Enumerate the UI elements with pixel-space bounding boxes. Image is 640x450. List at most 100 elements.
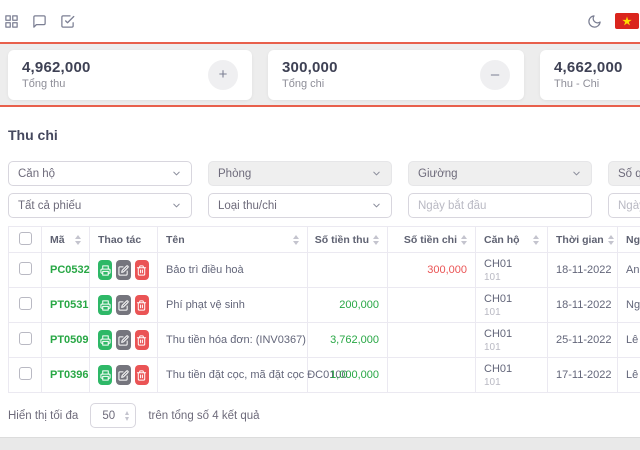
chevron-down-icon — [371, 200, 382, 211]
row-checkbox[interactable] — [18, 367, 32, 380]
person-cell: Lê Ngọc Anh — [617, 357, 640, 393]
expense-amount — [387, 357, 476, 393]
print-button[interactable] — [98, 330, 113, 350]
col-income: Số tiền thu — [314, 233, 369, 246]
person-cell: Anh An — [617, 252, 640, 288]
total-income-label: Tổng thu — [22, 78, 66, 90]
print-button[interactable] — [98, 365, 113, 385]
receipt-code: PT0531 — [50, 299, 89, 311]
total-expense-card: 300,000 Tổng chi – — [268, 49, 524, 100]
results-total-text: trên tổng số 4 kết quả — [148, 409, 260, 422]
page-size-value: 50 — [102, 409, 116, 422]
chevron-down-icon — [171, 168, 182, 179]
row-checkbox[interactable] — [18, 262, 32, 275]
filter-fund-select[interactable]: Số quỹ — [608, 161, 640, 186]
delete-button[interactable] — [134, 365, 149, 385]
row-checkbox[interactable] — [18, 332, 32, 345]
filter-row-2: Tất cả phiếu Loại thu/chi Ngày bắt đầu N… — [8, 193, 640, 218]
filter-apartment-select[interactable]: Căn hộ — [8, 161, 192, 186]
task-check-icon[interactable] — [60, 14, 75, 29]
filter-row-1: Căn hộ Phòng Giường Số quỹ — [8, 161, 640, 186]
row-checkbox[interactable] — [18, 297, 32, 310]
apartment-cell: CH01 101 — [484, 327, 513, 353]
sort-icon[interactable] — [607, 234, 614, 245]
apartment-cell: CH01 101 — [484, 362, 513, 388]
filter-room-select[interactable]: Phòng — [208, 161, 392, 186]
expense-amount: 300,000 — [387, 252, 476, 288]
apartment-cell: CH01 101 — [484, 257, 513, 283]
edit-button[interactable] — [116, 365, 131, 385]
filter-receipt-type-select[interactable]: Tất cả phiếu — [8, 193, 192, 218]
sort-icon[interactable] — [373, 234, 379, 245]
filter-category-select[interactable]: Loại thu/chi — [208, 193, 392, 218]
time-cell: 18-11-2022 — [547, 287, 618, 323]
grid-icon[interactable] — [4, 14, 19, 29]
time-cell: 25-11-2022 — [547, 322, 618, 358]
receipt-name: Bảo trì điều hoà — [166, 264, 244, 276]
edit-button[interactable] — [116, 330, 131, 350]
delete-button[interactable] — [134, 295, 149, 315]
table-row: PC0532 Bảo trì điều hoà 300,000 CH01 101 … — [8, 252, 640, 288]
col-person: Người nhận/trả — [626, 233, 640, 246]
print-button[interactable] — [98, 295, 113, 315]
edit-button[interactable] — [116, 260, 131, 280]
time-cell: 18-11-2022 — [547, 252, 618, 288]
delete-button[interactable] — [134, 330, 149, 350]
table-header-row: Mã Thao tác Tên Số tiền thu Số tiền chi … — [8, 226, 640, 253]
expense-amount — [387, 287, 476, 323]
sort-icon[interactable] — [533, 234, 539, 245]
col-name: Tên — [166, 233, 185, 246]
top-toolbar — [0, 0, 640, 42]
table-row: PT0396 Thu tiền đặt cọc, mã đặt cọc ĐC01… — [8, 357, 640, 393]
total-expense-value: 300,000 — [282, 59, 338, 76]
start-date-input[interactable]: Ngày bắt đầu — [408, 193, 592, 218]
col-apartment: Căn hộ — [484, 233, 520, 246]
sort-icon[interactable] — [75, 234, 81, 245]
transactions-table: Mã Thao tác Tên Số tiền thu Số tiền chi … — [8, 226, 640, 393]
sort-icon[interactable] — [293, 234, 299, 245]
page-size-stepper[interactable]: 50 — [90, 403, 137, 428]
time-cell: 17-11-2022 — [547, 357, 618, 393]
vietnam-flag-icon[interactable] — [615, 13, 639, 29]
person-cell: Ngọc Anh — [617, 287, 640, 323]
total-income-card: 4,962,000 Tổng thu + — [8, 49, 252, 100]
page-title: Thu chi — [8, 127, 58, 143]
end-date-input[interactable]: Ngày kết thúc — [608, 193, 640, 218]
chat-icon[interactable] — [32, 14, 47, 29]
bottom-divider — [0, 437, 640, 450]
receipt-name: Thu tiền hóa đơn: (INV0367) — [166, 334, 306, 346]
balance-value: 4,662,000 — [554, 59, 623, 76]
stepper-arrows-icon[interactable] — [125, 410, 130, 421]
receipt-code: PC0532 — [50, 264, 90, 276]
add-income-button[interactable]: + — [208, 59, 238, 90]
delete-button[interactable] — [134, 260, 149, 280]
chevron-down-icon — [171, 200, 182, 211]
toolbar-right-icons — [587, 13, 639, 29]
add-expense-button[interactable]: – — [480, 59, 510, 90]
select-all-checkbox[interactable] — [18, 231, 32, 245]
col-time: Thời gian — [556, 233, 604, 246]
print-button[interactable] — [98, 260, 113, 280]
toolbar-left-icons — [4, 14, 75, 29]
sort-icon[interactable] — [461, 234, 467, 245]
receipt-name: Phí phạt vệ sinh — [166, 299, 245, 311]
chevron-down-icon — [571, 168, 582, 179]
apartment-cell: CH01 101 — [484, 292, 513, 318]
summary-strip: 4,962,000 Tổng thu + 300,000 Tổng chi – … — [0, 42, 640, 107]
table-row: PT0531 Phí phạt vệ sinh 200,000 CH01 101 … — [8, 287, 640, 323]
chevron-down-icon — [371, 168, 382, 179]
balance-card: 4,662,000 Thu - Chi — [540, 49, 640, 100]
pagination-bar: Hiển thị tối đa 50 trên tổng số 4 kết qu… — [8, 403, 632, 428]
total-expense-label: Tổng chi — [282, 78, 325, 90]
total-income-value: 4,962,000 — [22, 59, 91, 76]
page-size-prefix: Hiển thị tối đa — [8, 409, 79, 422]
edit-button[interactable] — [116, 295, 131, 315]
filter-bed-select[interactable]: Giường — [408, 161, 592, 186]
col-expense: Số tiền chi — [403, 233, 457, 246]
person-cell: Lê Ngọc Anh — [617, 322, 640, 358]
receipt-code: PT0509 — [50, 334, 89, 346]
table-row: PT0509 Thu tiền hóa đơn: (INV0367) 3,762… — [8, 322, 640, 358]
moon-icon[interactable] — [587, 14, 602, 29]
income-amount: 3,762,000 — [307, 322, 388, 358]
col-actions: Thao tác — [98, 233, 142, 246]
